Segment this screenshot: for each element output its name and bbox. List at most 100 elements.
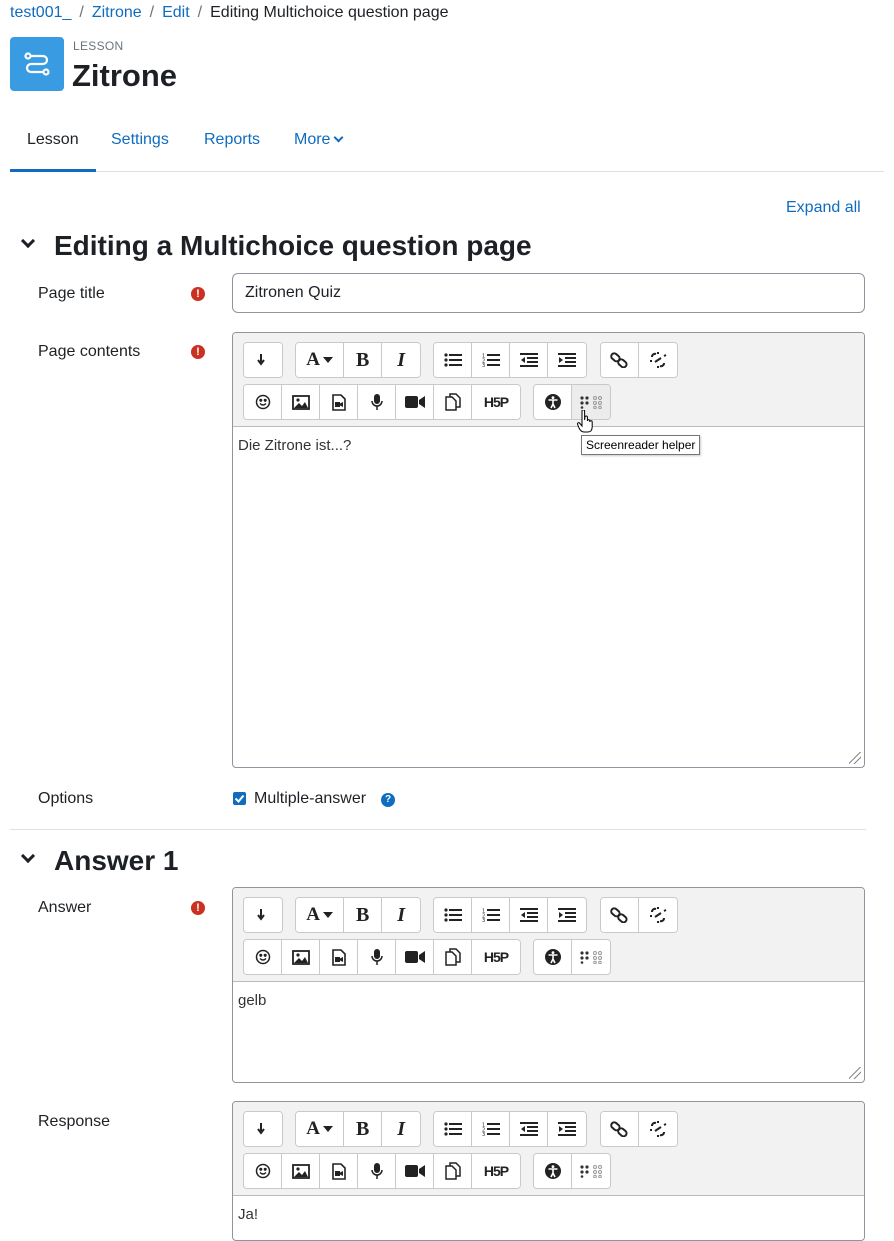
indent-icon[interactable] (548, 898, 587, 932)
resize-handle[interactable] (849, 752, 861, 764)
unlink-icon[interactable] (638, 1112, 677, 1146)
multiple-answer-checkbox[interactable] (233, 792, 246, 805)
show-more-icon[interactable] (244, 343, 282, 377)
page-contents-label: Page contents (38, 343, 141, 360)
ordered-list-icon[interactable]: 123 (472, 1112, 511, 1146)
media-icon[interactable] (320, 1154, 358, 1188)
page-title-input[interactable] (232, 273, 865, 313)
expand-all-link[interactable]: Expand all (786, 199, 861, 217)
hand-cursor-icon (577, 409, 593, 438)
resize-handle[interactable] (849, 1067, 861, 1079)
bold-icon[interactable]: B (344, 343, 383, 377)
section-title-main: Editing a Multichoice question page (54, 230, 532, 261)
record-audio-icon[interactable] (358, 1154, 396, 1188)
breadcrumb-separator: / (149, 4, 155, 21)
toolbar-row: H5P (243, 1153, 854, 1195)
page-contents-text[interactable]: Die Zitrone ist...? (233, 427, 864, 763)
required-icon: ! (191, 901, 205, 915)
response-label: Response (38, 1113, 111, 1130)
tab-settings[interactable]: Settings (94, 118, 186, 172)
accessibility-checker-icon[interactable] (534, 940, 573, 974)
h5p-icon[interactable]: H5P (472, 1154, 520, 1188)
unordered-list-icon[interactable] (434, 1112, 473, 1146)
emoji-icon[interactable] (244, 385, 282, 419)
secondary-navigation: Lesson Settings Reports More (10, 118, 884, 172)
screenreader-helper-icon[interactable] (572, 1154, 611, 1188)
record-audio-icon[interactable] (358, 385, 396, 419)
unlink-icon[interactable] (638, 343, 677, 377)
emoji-icon[interactable] (244, 940, 282, 974)
outdent-icon[interactable] (510, 343, 549, 377)
tab-reports[interactable]: Reports (187, 118, 277, 172)
media-icon[interactable] (320, 940, 358, 974)
chevron-down-icon (20, 848, 36, 864)
editor-toolbar: ABI 123 H5P (233, 1102, 864, 1196)
link-icon[interactable] (600, 898, 639, 932)
h5p-icon[interactable]: H5P (472, 385, 520, 419)
italic-icon[interactable]: I (382, 1112, 421, 1146)
record-video-icon[interactable] (396, 1154, 434, 1188)
breadcrumb: test001_ / Zitrone / Edit / Editing Multichoic… (10, 4, 449, 22)
lesson-icon (10, 37, 64, 91)
indent-icon[interactable] (548, 1112, 587, 1146)
toolbar-row: ABI 123 (243, 897, 854, 939)
record-video-icon[interactable] (396, 940, 434, 974)
ordered-list-icon[interactable]: 123 (472, 343, 511, 377)
chevron-down-icon (334, 132, 344, 143)
unlink-icon[interactable] (638, 898, 677, 932)
collapse-section-toggle[interactable] (18, 848, 40, 871)
outdent-icon[interactable] (510, 898, 549, 932)
record-audio-icon[interactable] (358, 940, 396, 974)
tab-more-label: More (294, 131, 331, 148)
collapse-section-toggle[interactable] (18, 233, 40, 256)
link-icon[interactable] (600, 1112, 639, 1146)
bold-icon[interactable]: B (344, 1112, 383, 1146)
page-contents-editor: ABI 123 H5P Die Zitrone ist...? (232, 332, 865, 768)
ordered-list-icon[interactable]: 123 (472, 898, 511, 932)
section-title-answer-1: Answer 1 (54, 845, 179, 876)
link-icon[interactable] (600, 343, 639, 377)
accessibility-checker-icon[interactable] (534, 1154, 573, 1188)
answer-editor: ABI 123 H5P gelb (232, 887, 865, 1083)
tab-more[interactable]: More (277, 118, 359, 172)
manage-files-icon[interactable] (434, 940, 472, 974)
image-icon[interactable] (282, 1154, 320, 1188)
outdent-icon[interactable] (510, 1112, 549, 1146)
manage-files-icon[interactable] (434, 1154, 472, 1188)
accessibility-checker-icon[interactable] (534, 385, 573, 419)
screenreader-helper-icon[interactable] (572, 940, 611, 974)
answer-text[interactable]: gelb (233, 982, 864, 1078)
media-icon[interactable] (320, 385, 358, 419)
italic-icon[interactable]: I (382, 343, 421, 377)
font-color-icon[interactable]: A (296, 343, 345, 377)
page-title-label: Page title (38, 285, 105, 302)
italic-icon[interactable]: I (382, 898, 421, 932)
show-more-icon[interactable] (244, 1112, 282, 1146)
font-color-icon[interactable]: A (296, 898, 345, 932)
image-icon[interactable] (282, 385, 320, 419)
help-icon[interactable]: ? (381, 793, 395, 807)
manage-files-icon[interactable] (434, 385, 472, 419)
required-icon: ! (191, 287, 205, 301)
svg-text:3: 3 (482, 1132, 485, 1136)
show-more-icon[interactable] (244, 898, 282, 932)
response-editor: ABI 123 H5P Ja! (232, 1101, 865, 1241)
h5p-icon[interactable]: H5P (472, 940, 520, 974)
emoji-icon[interactable] (244, 1154, 282, 1188)
breadcrumb-link-course[interactable]: test001_ (10, 4, 71, 21)
image-icon[interactable] (282, 940, 320, 974)
indent-icon[interactable] (548, 343, 587, 377)
tab-lesson[interactable]: Lesson (10, 118, 96, 172)
multiple-answer-label[interactable]: Multiple-answer (254, 790, 366, 808)
unordered-list-icon[interactable] (434, 343, 473, 377)
tooltip: Screenreader helper (581, 435, 701, 455)
unordered-list-icon[interactable] (434, 898, 473, 932)
chevron-down-icon (20, 233, 36, 249)
breadcrumb-link-lesson[interactable]: Zitrone (92, 4, 142, 21)
editor-toolbar: ABI 123 H5P (233, 888, 864, 982)
font-color-icon[interactable]: A (296, 1112, 345, 1146)
breadcrumb-link-edit[interactable]: Edit (162, 4, 190, 21)
toolbar-row: ABI 123 (243, 1111, 854, 1153)
record-video-icon[interactable] (396, 385, 434, 419)
bold-icon[interactable]: B (344, 898, 383, 932)
